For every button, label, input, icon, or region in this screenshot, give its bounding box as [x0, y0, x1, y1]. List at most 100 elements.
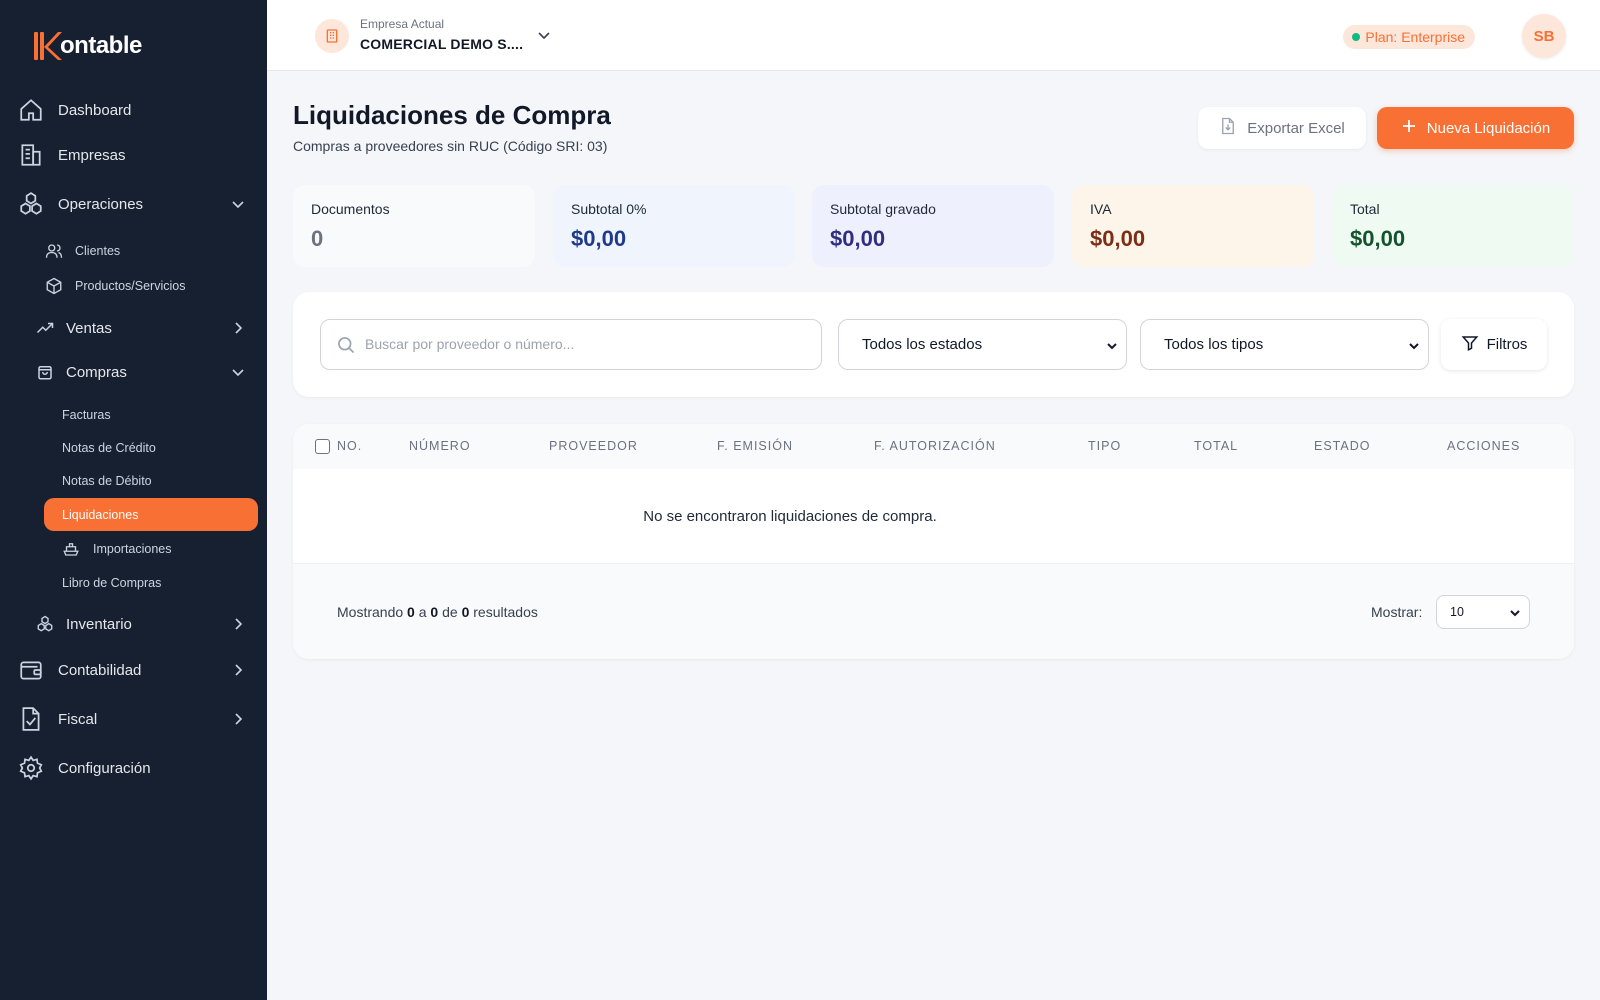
- page-size-value: 10: [1450, 605, 1464, 619]
- sidebar-item-label: Importaciones: [93, 542, 172, 556]
- building-icon: [18, 142, 44, 168]
- sidebar-item-compras[interactable]: Compras: [0, 354, 267, 390]
- logo-k-mark: [34, 28, 62, 64]
- export-excel-button[interactable]: Exportar Excel: [1198, 107, 1366, 149]
- chevron-down-icon: [231, 365, 245, 379]
- sidebar-item-notas-debito[interactable]: Notas de Débito: [0, 465, 267, 497]
- empty-state-message: No se encontraron liquidaciones de compr…: [643, 508, 937, 525]
- column-header[interactable]: PROVEEDOR: [549, 439, 638, 453]
- sidebar-item-empresas[interactable]: Empresas: [0, 135, 267, 175]
- stat-card-documentos: Documentos 0: [293, 185, 535, 267]
- sidebar-item-contabilidad[interactable]: Contabilidad: [0, 650, 267, 690]
- column-header[interactable]: NO.: [337, 439, 362, 453]
- sidebar-item-notas-credito[interactable]: Notas de Crédito: [0, 432, 267, 464]
- filtros-label: Filtros: [1486, 336, 1528, 353]
- sidebar-item-label: Empresas: [58, 146, 126, 164]
- sidebar-item-productos[interactable]: Productos/Servicios: [0, 270, 267, 302]
- results-prefix: Mostrando: [337, 604, 404, 620]
- search-icon: [336, 335, 356, 355]
- sidebar-item-importaciones[interactable]: Importaciones: [0, 533, 267, 565]
- estado-select[interactable]: Todos los estados: [838, 319, 1127, 370]
- search-box: [320, 319, 822, 370]
- sidebar-item-dashboard[interactable]: Dashboard: [0, 90, 267, 130]
- company-label: Empresa Actual: [360, 17, 445, 31]
- sidebar-item-fiscal[interactable]: Fiscal: [0, 699, 267, 739]
- results-a: a: [418, 604, 427, 620]
- stat-label: Subtotal gravado: [830, 201, 936, 217]
- file-check-icon: [18, 706, 44, 732]
- sidebar-item-label: Operaciones: [58, 195, 144, 213]
- table-footer: Mostrando 0 a 0 de 0 resultados Mostrar:…: [293, 563, 1574, 659]
- tipo-select-value: Todos los tipos: [1164, 336, 1264, 353]
- home-icon: [18, 97, 44, 123]
- plus-icon: [1401, 118, 1417, 138]
- chevron-right-icon: [231, 663, 245, 677]
- new-liquidacion-button[interactable]: Nueva Liquidación: [1377, 107, 1574, 149]
- column-header[interactable]: TOTAL: [1194, 439, 1238, 453]
- new-liquidacion-label: Nueva Liquidación: [1426, 119, 1551, 137]
- sidebar: ontable Dashboard Empresas Operaciones C…: [0, 0, 267, 1000]
- company-selector[interactable]: COMERCIAL DEMO S....: [360, 36, 523, 52]
- gear-icon: [18, 755, 44, 781]
- column-header[interactable]: ESTADO: [1314, 439, 1370, 453]
- chevron-down-icon: [231, 197, 245, 211]
- search-input[interactable]: [365, 320, 805, 368]
- export-excel-label: Exportar Excel: [1247, 119, 1345, 137]
- stat-value: $0,00: [1350, 226, 1406, 251]
- results-suffix: resultados: [473, 604, 538, 620]
- page-size-select[interactable]: 10: [1436, 595, 1530, 629]
- sidebar-item-libro-compras[interactable]: Libro de Compras: [0, 567, 267, 599]
- logo[interactable]: ontable: [34, 28, 142, 64]
- results-total: 0: [461, 604, 470, 620]
- chevron-down-icon[interactable]: [537, 28, 551, 42]
- stat-label: Documentos: [311, 201, 390, 217]
- select-all-checkbox[interactable]: [315, 439, 330, 454]
- column-header[interactable]: F. EMISIÓN: [717, 439, 793, 453]
- column-header[interactable]: ACCIONES: [1447, 439, 1520, 453]
- table-header: NO. NÚMERO PROVEEDOR F. EMISIÓN F. AUTOR…: [293, 424, 1574, 469]
- cubes-icon: [18, 191, 44, 217]
- avatar[interactable]: SB: [1522, 14, 1566, 58]
- estado-select-value: Todos los estados: [862, 336, 983, 353]
- top-header: Empresa Actual COMERCIAL DEMO S.... Plan…: [267, 0, 1600, 71]
- stat-value: $0,00: [571, 226, 627, 251]
- page-subtitle: Compras a proveedores sin RUC (Código SR…: [293, 138, 608, 154]
- sidebar-item-label: Inventario: [66, 615, 132, 633]
- chevron-right-icon: [231, 712, 245, 726]
- stat-card-subtotal-gravado: Subtotal gravado $0,00: [812, 185, 1054, 267]
- filtros-button[interactable]: Filtros: [1441, 319, 1547, 370]
- building-icon[interactable]: [315, 19, 349, 53]
- sidebar-item-liquidaciones[interactable]: Liquidaciones: [44, 498, 258, 531]
- stat-label: Total: [1350, 201, 1380, 217]
- page-title: Liquidaciones de Compra: [293, 100, 611, 130]
- sidebar-item-label: Dashboard: [58, 101, 132, 119]
- sidebar-item-ventas[interactable]: Ventas: [0, 310, 267, 346]
- stat-label: IVA: [1090, 201, 1112, 217]
- sidebar-item-clientes[interactable]: Clientes: [0, 235, 267, 267]
- plan-badge: Plan: Enterprise: [1343, 25, 1475, 49]
- filter-card: Todos los estados Todos los tipos Filtro…: [293, 292, 1574, 397]
- column-header[interactable]: TIPO: [1088, 439, 1121, 453]
- sidebar-item-label: Contabilidad: [58, 661, 142, 679]
- package-icon: [45, 277, 63, 295]
- stat-value: 0: [311, 226, 324, 251]
- logo-text: ontable: [60, 32, 142, 59]
- chevron-right-icon: [231, 617, 245, 631]
- sidebar-item-operaciones[interactable]: Operaciones: [0, 184, 267, 224]
- sidebar-item-configuracion[interactable]: Configuración: [0, 748, 267, 788]
- stat-label: Subtotal 0%: [571, 201, 647, 217]
- column-header[interactable]: NÚMERO: [409, 439, 471, 453]
- column-header[interactable]: F. AUTORIZACIÓN: [874, 439, 996, 453]
- sidebar-item-label: Notas de Débito: [62, 474, 152, 488]
- tipo-select[interactable]: Todos los tipos: [1140, 319, 1429, 370]
- results-summary: Mostrando 0 a 0 de 0 resultados: [337, 604, 538, 620]
- sidebar-item-facturas[interactable]: Facturas: [0, 399, 267, 431]
- results-to: 0: [430, 604, 439, 620]
- plan-label: Plan: Enterprise: [1365, 29, 1465, 45]
- trending-up-icon: [36, 319, 54, 337]
- sidebar-item-inventario[interactable]: Inventario: [0, 606, 267, 642]
- table-card: NO. NÚMERO PROVEEDOR F. EMISIÓN F. AUTOR…: [293, 424, 1574, 659]
- stat-card-total: Total $0,00: [1332, 185, 1574, 267]
- status-dot: [1352, 33, 1361, 41]
- stat-card-subtotal-0: Subtotal 0% $0,00: [553, 185, 795, 267]
